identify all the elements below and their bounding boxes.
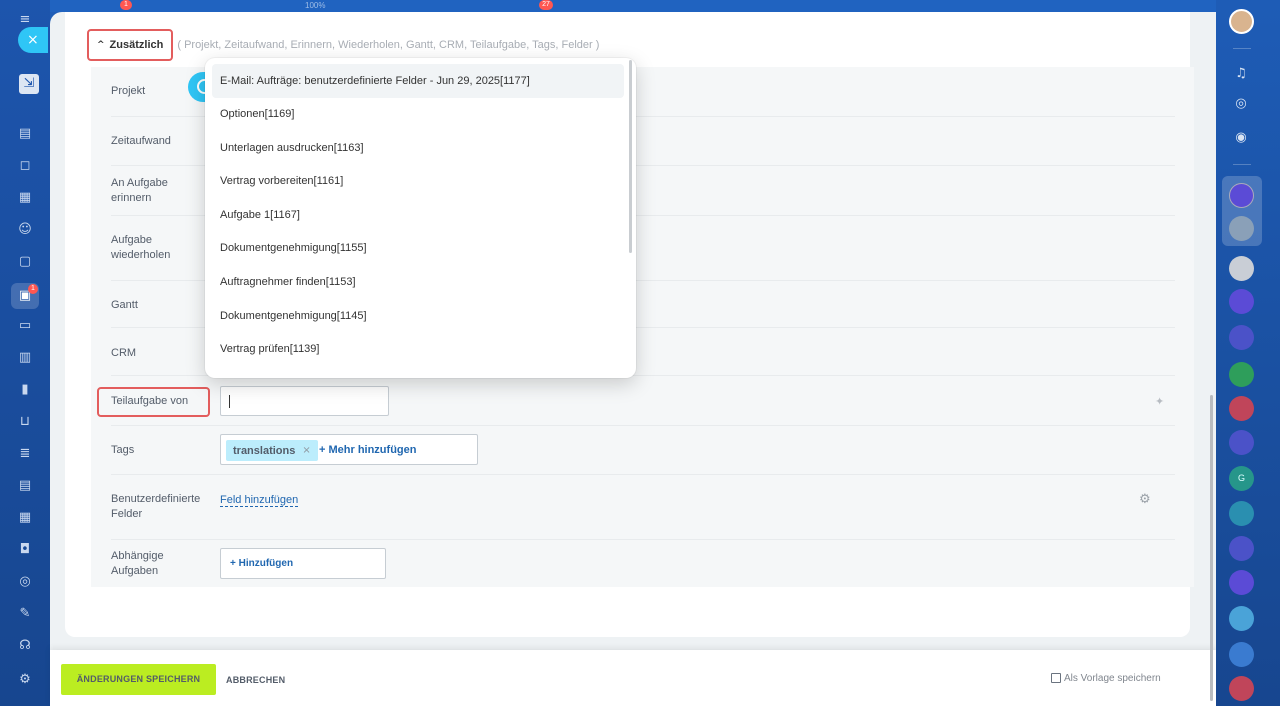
user-avatar[interactable]: [1229, 9, 1254, 34]
divider: [1233, 164, 1251, 165]
lock-chat-avatar[interactable]: [1229, 396, 1254, 421]
webinar-icon[interactable]: ▥: [17, 350, 33, 366]
chat-icon[interactable]: ◻: [17, 158, 33, 174]
calendar-icon[interactable]: ▦: [17, 190, 33, 206]
left-sidebar: ≡ × ⇲ ▤ ◻ ▦ ☺ ▢ ▣ 1 ▭ ▥ ▮ ⊔ ≣ ▤ ▦ ◘ ◎ ✎ …: [0, 0, 50, 706]
tags-field[interactable]: translations × + Mehr hinzufügen: [220, 434, 478, 465]
analytics-icon[interactable]: ▮: [17, 382, 33, 398]
chat-avatar[interactable]: [1229, 256, 1254, 281]
goals-icon[interactable]: ◎: [17, 574, 33, 590]
gantt-label: Gantt: [111, 299, 138, 311]
dropdown-item[interactable]: Unterlagen ausdrucken[1163]: [205, 132, 636, 166]
text-caret: [229, 395, 230, 408]
chat-avatar[interactable]: [1229, 183, 1254, 208]
add-dependent-task-button[interactable]: + Hinzufügen: [220, 548, 386, 579]
drive-icon[interactable]: ▭: [17, 318, 33, 334]
chat-avatar[interactable]: [1229, 430, 1254, 455]
spiral-icon[interactable]: ◎: [1231, 94, 1251, 114]
contacts-icon[interactable]: ☺: [17, 222, 33, 238]
dropdown-item[interactable]: Dokumentgenehmigung[1145]: [205, 300, 636, 334]
repeat-label: Aufgabe wiederholen: [111, 234, 171, 261]
dropdown-scrollbar[interactable]: [629, 60, 632, 253]
save-changes-button[interactable]: ÄNDERUNGEN SPEICHERN: [61, 664, 216, 695]
dropdown-item[interactable]: Aufgabe 1[1167]: [205, 199, 636, 233]
menu-icon[interactable]: ≡: [17, 12, 33, 28]
settings-icon[interactable]: ⚙: [17, 672, 33, 688]
extra-field-list: ( Projekt, Zeitaufwand, Erinnern, Wieder…: [177, 39, 600, 51]
chat-avatar[interactable]: [1229, 642, 1254, 667]
remove-tag-icon[interactable]: ×: [302, 445, 310, 456]
chevron-up-icon: ^: [97, 40, 105, 50]
close-slider-button[interactable]: ×: [18, 27, 48, 53]
crm-label: CRM: [111, 347, 137, 359]
remind-label: An Aufgabe erinnern: [111, 177, 168, 204]
subtask-label: Teilaufgabe von: [111, 395, 189, 407]
divider: [111, 425, 1175, 426]
collapse-icon[interactable]: ⇲: [19, 74, 39, 94]
form-footer: ÄNDERUNGEN SPEICHERN ABBRECHEN Als Vorla…: [50, 650, 1216, 706]
dependent-tasks-label: Abhängige Aufgaben: [111, 550, 164, 577]
dropdown-item[interactable]: Vertrag prüfen[1139]: [205, 333, 636, 367]
chat-avatar[interactable]: [1229, 536, 1254, 561]
dropdown-item[interactable]: E-Mail: Aufträge: benutzerdefinierte Fel…: [212, 64, 624, 98]
bell-icon[interactable]: ♫: [1231, 64, 1251, 84]
lock-chat-avatar[interactable]: [1229, 501, 1254, 526]
page-scrollbar[interactable]: [1210, 395, 1213, 701]
divider: [1233, 48, 1251, 49]
divider: [111, 539, 1175, 540]
docs-icon[interactable]: ▢: [17, 254, 33, 270]
dropdown-item[interactable]: Auftragnehmer finden[1153]: [205, 266, 636, 300]
tags-label: Tags: [111, 444, 135, 456]
save-as-template-label: Als Vorlage speichern: [1064, 673, 1161, 684]
extra-toggle-label: Zusätzlich: [109, 39, 164, 51]
tag-chip: translations ×: [226, 440, 318, 461]
extra-section-header: ^ Zusätzlich ( Projekt, Zeitaufwand, Eri…: [87, 29, 599, 61]
support-icon[interactable]: ☊: [17, 638, 33, 654]
extra-toggle-button[interactable]: ^ Zusätzlich: [87, 29, 174, 61]
dropdown-item[interactable]: Dokumentgenehmigung[1155]: [205, 232, 636, 266]
save-as-template-checkbox[interactable]: [1051, 673, 1061, 683]
pin-icon[interactable]: ✦: [1155, 395, 1164, 408]
time-label: Zeitaufwand: [111, 135, 171, 147]
dropdown-item[interactable]: Vertrag vorbereiten[1161]: [205, 165, 636, 199]
chat-avatar[interactable]: [1229, 289, 1254, 314]
lock-chat-avatar[interactable]: [1229, 676, 1254, 701]
sign-icon[interactable]: ✎: [17, 606, 33, 622]
add-tag-link[interactable]: + Mehr hinzufügen: [319, 444, 416, 456]
custom-fields-label: Benutzerdefinierte Felder: [111, 493, 201, 520]
chat-avatar[interactable]: [1229, 325, 1254, 350]
search-chat-icon[interactable]: ◉: [1231, 128, 1251, 148]
shop-icon[interactable]: ⊔: [17, 414, 33, 430]
dropdown-item[interactable]: Optionen[1169]: [205, 98, 636, 132]
divider: [111, 474, 1175, 475]
tasks-badge: 1: [28, 284, 38, 294]
parent-task-input[interactable]: [220, 386, 389, 416]
sales-icon[interactable]: ≣: [17, 446, 33, 462]
crm-icon[interactable]: ▤: [17, 478, 33, 494]
gear-icon[interactable]: ⚙: [1139, 492, 1151, 507]
chat-avatar[interactable]: [1229, 606, 1254, 631]
top-zoom-label: 100%: [305, 1, 326, 10]
planner-icon[interactable]: ▦: [17, 510, 33, 526]
tag-chip-label: translations: [233, 444, 296, 457]
parent-task-dropdown: E-Mail: Aufträge: benutzerdefinierte Fel…: [205, 58, 636, 378]
project-label: Projekt: [111, 85, 146, 97]
robot-icon[interactable]: ◘: [17, 542, 33, 558]
right-sidebar: ♫ ◎ ◉ G: [1210, 0, 1280, 706]
top-badge-right: 27: [539, 0, 553, 10]
top-badge-left: 1: [120, 0, 132, 10]
top-strip: 1 100% 27: [50, 0, 1216, 12]
lock-chat-avatar[interactable]: [1229, 362, 1254, 387]
chat-avatar-g[interactable]: G: [1229, 466, 1254, 491]
chat-avatar[interactable]: [1229, 570, 1254, 595]
feed-icon[interactable]: ▤: [17, 126, 33, 142]
cancel-button[interactable]: ABBRECHEN: [226, 675, 285, 685]
chat-avatar[interactable]: [1229, 216, 1254, 241]
add-field-link[interactable]: Feld hinzufügen: [220, 494, 299, 507]
